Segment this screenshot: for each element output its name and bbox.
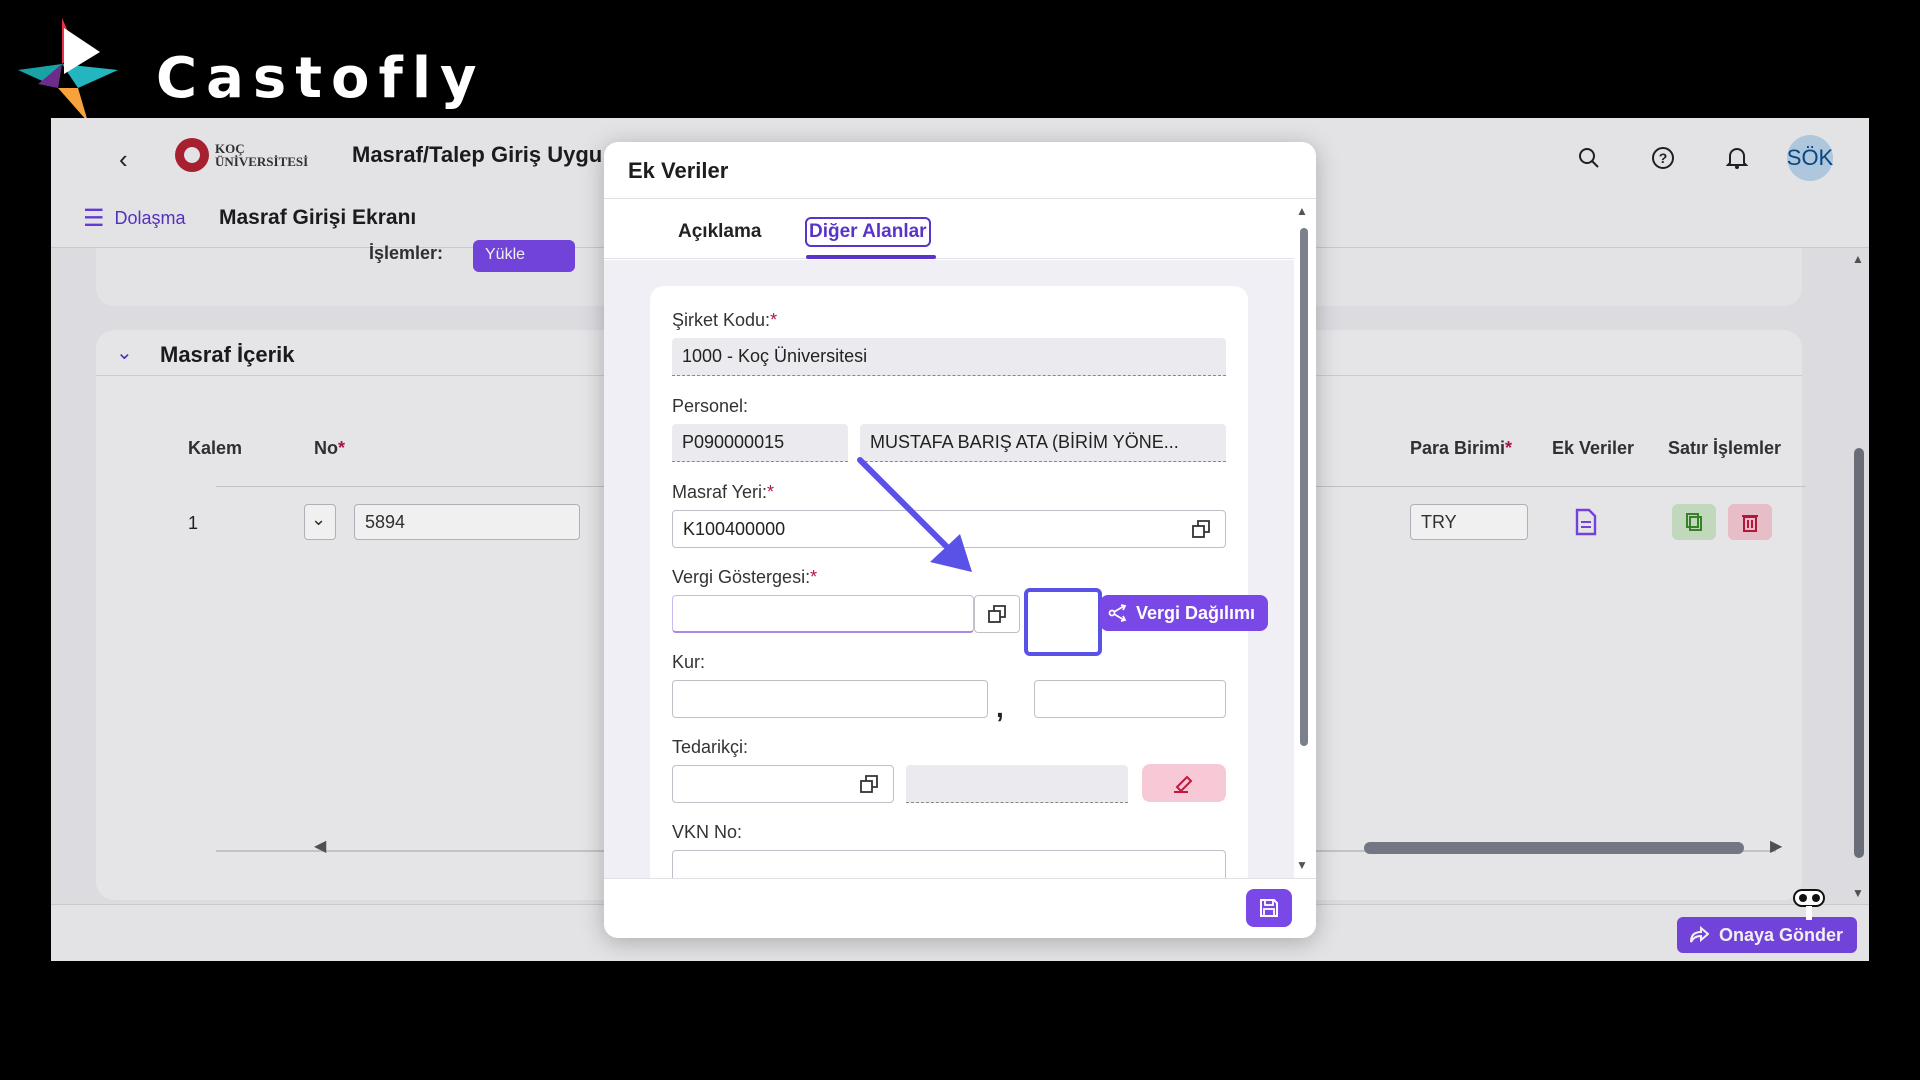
vergi-gostergesi-label: Vergi Göstergesi:* [672, 567, 818, 587]
tab-diger-alanlar[interactable]: Diğer Alanlar [805, 217, 931, 247]
vergi-gostergesi-input[interactable] [672, 595, 974, 633]
dialog-scroll-thumb[interactable] [1300, 228, 1308, 746]
assistant-bot-icon[interactable] [1786, 884, 1832, 930]
value-help-icon [984, 601, 1010, 627]
personel-label: Personel: [672, 396, 749, 416]
save-icon [1260, 899, 1278, 917]
vergi-dagilimi-label: Vergi Dağılımı [1136, 602, 1256, 623]
eraser-icon [1174, 775, 1193, 793]
dialog-title: Ek Veriler [628, 158, 729, 183]
form-card: Şirket Kodu:* 1000 - Koç Üniversitesi Pe… [650, 286, 1268, 878]
masraf-yeri-label: Masraf Yeri:* [672, 482, 775, 502]
kur-label: Kur: [672, 652, 706, 672]
value-help-icon[interactable] [1188, 516, 1214, 542]
distribute-icon [1108, 604, 1127, 622]
personel-name-field: MUSTAFA BARIŞ ATA (BİRİM YÖNE... [860, 424, 1226, 462]
castofly-logo-icon [18, 18, 118, 122]
masraf-yeri-field[interactable]: K100400000 [672, 510, 1226, 548]
masraf-yeri-value: K100400000 [683, 519, 786, 539]
dialog-scroll-up-icon[interactable]: ▲ [1296, 204, 1308, 218]
tedarikci-label: Tedarikçi: [672, 737, 749, 757]
value-help-icon[interactable] [856, 771, 882, 797]
sirket-kodu-label: Şirket Kodu:* [672, 310, 778, 330]
vkn-no-input[interactable] [672, 850, 1226, 878]
sirket-kodu-field: 1000 - Koç Üniversitesi [672, 338, 1226, 376]
dialog-footer [604, 878, 1316, 938]
dialog-tabs: Açıklama Diğer Alanlar [604, 199, 1294, 259]
kur-input-decimal[interactable] [1034, 680, 1226, 718]
kur-separator: , [996, 692, 1004, 723]
kur-input-integer[interactable] [672, 680, 988, 718]
personel-code-field: P090000015 [672, 424, 848, 462]
ek-veriler-dialog: Ek Veriler Açıklama Diğer Alanlar Şirket… [604, 142, 1316, 938]
highlight-box [1024, 588, 1102, 656]
tab-aciklama[interactable]: Açıklama [678, 221, 761, 243]
dialog-body: Şirket Kodu:* 1000 - Koç Üniversitesi Pe… [604, 260, 1294, 878]
clear-button[interactable] [1142, 764, 1226, 802]
dialog-scroll-down-icon[interactable]: ▼ [1296, 858, 1308, 872]
vkn-no-label: VKN No: [672, 822, 743, 842]
active-tab-indicator [806, 255, 936, 259]
vergi-dagilimi-button[interactable]: Vergi Dağılımı [1100, 595, 1268, 631]
castofly-wordmark: Castofly [156, 46, 486, 111]
castofly-logo [18, 18, 140, 128]
save-button[interactable] [1246, 889, 1292, 927]
tedarikci-name-field [906, 765, 1128, 803]
stage: Castofly ‹ KOÇ ÜNİVERSİTESİ Masraf/Talep… [0, 0, 1920, 1080]
